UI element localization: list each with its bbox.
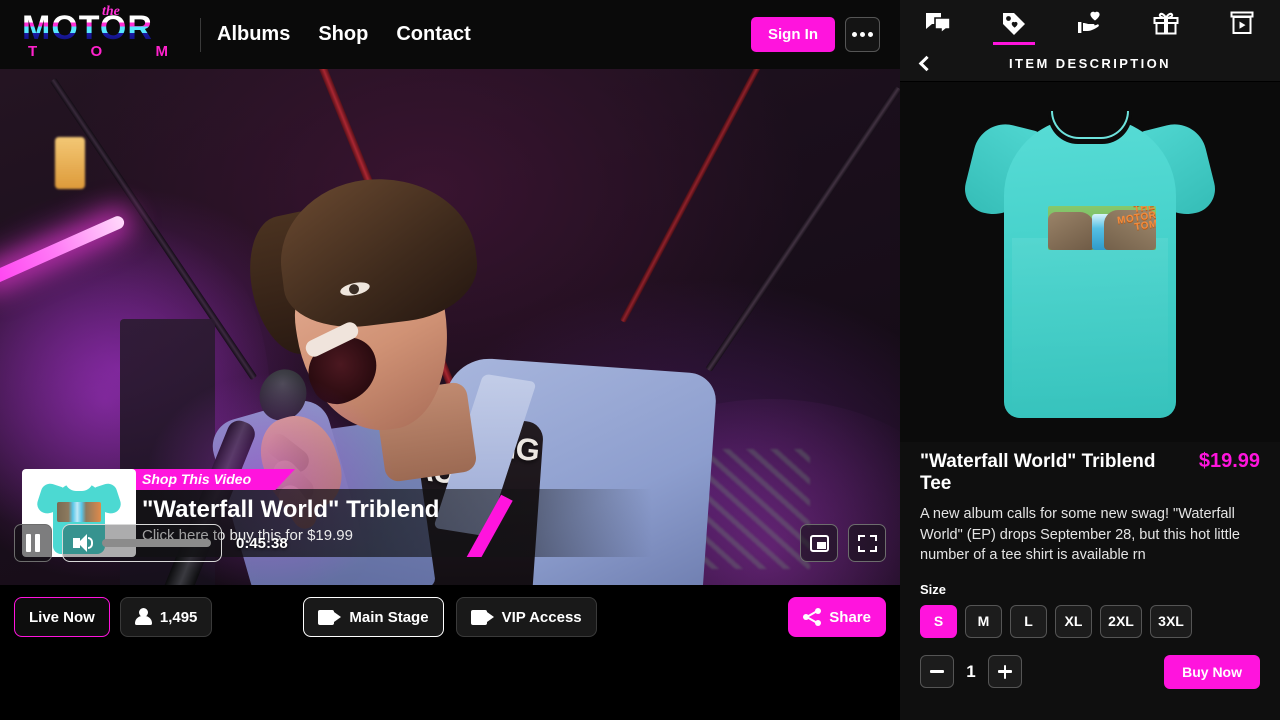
fullscreen-button[interactable]: [848, 524, 886, 562]
product-description: A new album calls for some new swag! "Wa…: [920, 506, 1240, 563]
hand-heart-icon: [1078, 11, 1100, 33]
camera-tab-label: Main Stage: [349, 608, 429, 626]
quantity-decrease-button[interactable]: [920, 655, 954, 688]
size-option-2xl[interactable]: 2XL: [1100, 604, 1142, 638]
side-panel-tabs: [900, 0, 1280, 45]
logo-subword: T O M: [28, 43, 188, 60]
size-option-l[interactable]: L: [1010, 604, 1047, 638]
video-camera-icon: [470, 609, 494, 625]
product-price: $19.99: [1198, 450, 1260, 472]
size-option-s[interactable]: S: [920, 604, 957, 638]
volume-control[interactable]: [62, 524, 222, 562]
live-now-label: Live Now: [29, 608, 95, 626]
minus-icon: [930, 670, 944, 673]
camera-tab-vip-access[interactable]: VIP Access: [455, 597, 597, 637]
tab-support[interactable]: [1052, 0, 1128, 45]
shop-this-video-label: Shop This Video: [130, 469, 296, 490]
nav-links: Albums Shop Contact: [217, 23, 471, 46]
performer-hair: [271, 167, 484, 336]
nav-divider: [200, 17, 201, 52]
sign-in-button[interactable]: Sign In: [751, 17, 835, 52]
video-stage[interactable]: EVE HING I FAU: [0, 69, 900, 585]
dot: [860, 32, 865, 37]
shop-tag-icon: [1003, 12, 1025, 35]
logo-sub-m: M: [155, 42, 170, 60]
share-button[interactable]: Share: [788, 597, 886, 637]
size-selector: S M L XL 2XL 3XL: [920, 604, 1260, 638]
size-option-xl[interactable]: XL: [1055, 604, 1092, 638]
camera-tab-label: VIP Access: [501, 608, 582, 626]
logo-sub-t: T: [28, 42, 40, 60]
product-title: "Waterfall World" Triblend Tee: [920, 451, 1156, 494]
amber-stage-light: [55, 137, 85, 189]
quantity-value: 1: [966, 661, 976, 681]
player-controls-right: [800, 524, 886, 562]
pause-button[interactable]: [14, 524, 52, 562]
tab-gift[interactable]: [1128, 0, 1204, 45]
product-title-row: "Waterfall World" Triblend Tee $19.99: [920, 450, 1260, 495]
video-clips-icon: [1230, 11, 1254, 34]
share-label: Share: [829, 608, 871, 626]
video-camera-icon: [318, 609, 342, 625]
more-options-icon[interactable]: [845, 17, 880, 52]
picture-in-picture-button[interactable]: [800, 524, 838, 562]
tab-chat[interactable]: [900, 0, 976, 45]
bottom-bar-row: Live Now 1,495 Main Stage VIP Access Sha…: [14, 597, 886, 637]
panel-title: ITEM DESCRIPTION: [1009, 55, 1171, 71]
buy-now-button[interactable]: Buy Now: [1164, 654, 1260, 689]
product-tshirt: THE MOTOR TOM: [959, 102, 1221, 422]
logo-the-text: the: [102, 3, 120, 19]
shirt-graphic: [57, 502, 101, 522]
pause-icon: [26, 534, 40, 552]
fullscreen-icon: [857, 534, 877, 552]
size-label: Size: [920, 581, 947, 597]
product-image[interactable]: THE MOTOR TOM: [900, 82, 1280, 442]
nav-link-shop[interactable]: Shop: [318, 23, 368, 46]
brand-logo[interactable]: MOTOR the T O M: [14, 3, 194, 67]
graphic-text-tom: TOM: [1133, 218, 1156, 234]
nav-link-albums[interactable]: Albums: [217, 23, 290, 46]
side-panel-header: ITEM DESCRIPTION: [900, 45, 1280, 82]
person-icon: [134, 608, 152, 626]
live-now-badge[interactable]: Live Now: [14, 597, 110, 637]
camera-tab-main-stage[interactable]: Main Stage: [303, 597, 444, 637]
graphic-rocks-left: [1048, 212, 1094, 250]
top-navigation-bar: MOTOR the T O M Albums Shop Contact Sign…: [0, 0, 900, 69]
nav-link-contact[interactable]: Contact: [396, 23, 470, 46]
dot: [852, 32, 857, 37]
shirt-body: [1004, 118, 1176, 418]
volume-icon: [73, 534, 93, 552]
logo-wordmark: MOTOR: [22, 8, 153, 47]
tab-clips[interactable]: [1204, 0, 1280, 45]
logo-sub-o: O: [90, 42, 105, 60]
gift-icon: [1153, 12, 1179, 34]
shirt-graphic: THE MOTOR TOM: [1048, 206, 1156, 250]
tab-shop[interactable]: [976, 0, 1052, 45]
app-root: MOTOR the T O M Albums Shop Contact Sign…: [0, 0, 1280, 720]
topnav-actions: Sign In: [751, 17, 886, 52]
player-column: MOTOR the T O M Albums Shop Contact Sign…: [0, 0, 900, 720]
product-details: "Waterfall World" Triblend Tee $19.99 A …: [900, 442, 1280, 689]
quantity-increase-button[interactable]: [988, 655, 1022, 688]
size-option-m[interactable]: M: [965, 604, 1002, 638]
player-bottom-bar: Live Now 1,495 Main Stage VIP Access Sha…: [0, 585, 900, 720]
shop-card-title: "Waterfall World" Triblend: [142, 496, 440, 523]
size-option-3xl[interactable]: 3XL: [1150, 604, 1192, 638]
chat-icon: [926, 12, 951, 34]
viewer-count-badge[interactable]: 1,495: [119, 597, 213, 637]
plus-icon-vertical: [1003, 664, 1007, 679]
quantity-row: 1 Buy Now: [920, 654, 1260, 689]
share-icon: [803, 608, 822, 626]
dot: [868, 32, 873, 37]
volume-slider[interactable]: [102, 539, 211, 547]
side-panel: ITEM DESCRIPTION THE MOTOR TOM "Waterfal…: [900, 0, 1280, 720]
picture-in-picture-icon: [809, 534, 829, 552]
player-controls: 0:45:38: [0, 521, 900, 565]
viewer-count-label: 1,495: [159, 608, 198, 626]
playback-timestamp: 0:45:38: [236, 534, 288, 552]
